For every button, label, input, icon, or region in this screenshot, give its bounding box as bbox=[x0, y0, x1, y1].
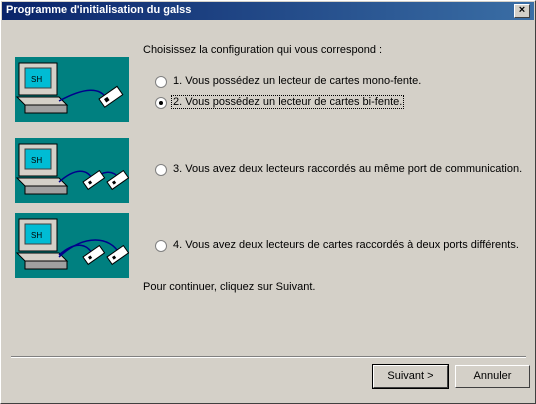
dual-reader-same-port-illustration: SH bbox=[15, 138, 130, 203]
title-bar[interactable]: Programme d'initialisation du galss × bbox=[2, 2, 534, 20]
setup-dialog: Programme d'initialisation du galss × SH… bbox=[0, 0, 536, 404]
window-title: Programme d'initialisation du galss bbox=[6, 4, 192, 16]
option-label[interactable]: 4. Vous avez deux lecteurs de cartes rac… bbox=[172, 239, 520, 251]
card-reader-icon bbox=[82, 244, 106, 266]
cancel-button-label: Annuler bbox=[473, 370, 512, 382]
dual-reader-two-ports-illustration: SH bbox=[15, 213, 130, 278]
option-label[interactable]: 1. Vous possédez un lecteur de cartes mo… bbox=[172, 75, 422, 87]
cancel-button[interactable]: Annuler bbox=[455, 365, 530, 388]
next-button-label: Suivant > bbox=[387, 370, 434, 382]
screen-label: SH bbox=[31, 75, 42, 84]
continue-instruction: Pour continuer, cliquez sur Suivant. bbox=[143, 281, 316, 293]
close-button[interactable]: × bbox=[514, 4, 530, 18]
single-reader-illustration: SH bbox=[15, 57, 129, 122]
card-reader-icon bbox=[106, 244, 130, 266]
radio-button[interactable] bbox=[155, 76, 167, 88]
option-label[interactable]: 3. Vous avez deux lecteurs raccordés au … bbox=[172, 163, 523, 175]
option-label[interactable]: 2. Vous possédez un lecteur de cartes bi… bbox=[170, 95, 405, 109]
close-icon: × bbox=[518, 4, 526, 16]
card-reader-icon bbox=[106, 169, 130, 191]
card-reader-icon bbox=[98, 85, 124, 108]
radio-button[interactable] bbox=[155, 164, 167, 176]
radio-button[interactable] bbox=[155, 97, 167, 109]
screen-label: SH bbox=[31, 156, 42, 165]
next-button[interactable]: Suivant > bbox=[372, 364, 449, 389]
radio-button[interactable] bbox=[155, 240, 167, 252]
separator bbox=[11, 356, 526, 358]
intro-text: Choisissez la configuration qui vous cor… bbox=[143, 44, 383, 56]
screen-label: SH bbox=[31, 231, 42, 240]
